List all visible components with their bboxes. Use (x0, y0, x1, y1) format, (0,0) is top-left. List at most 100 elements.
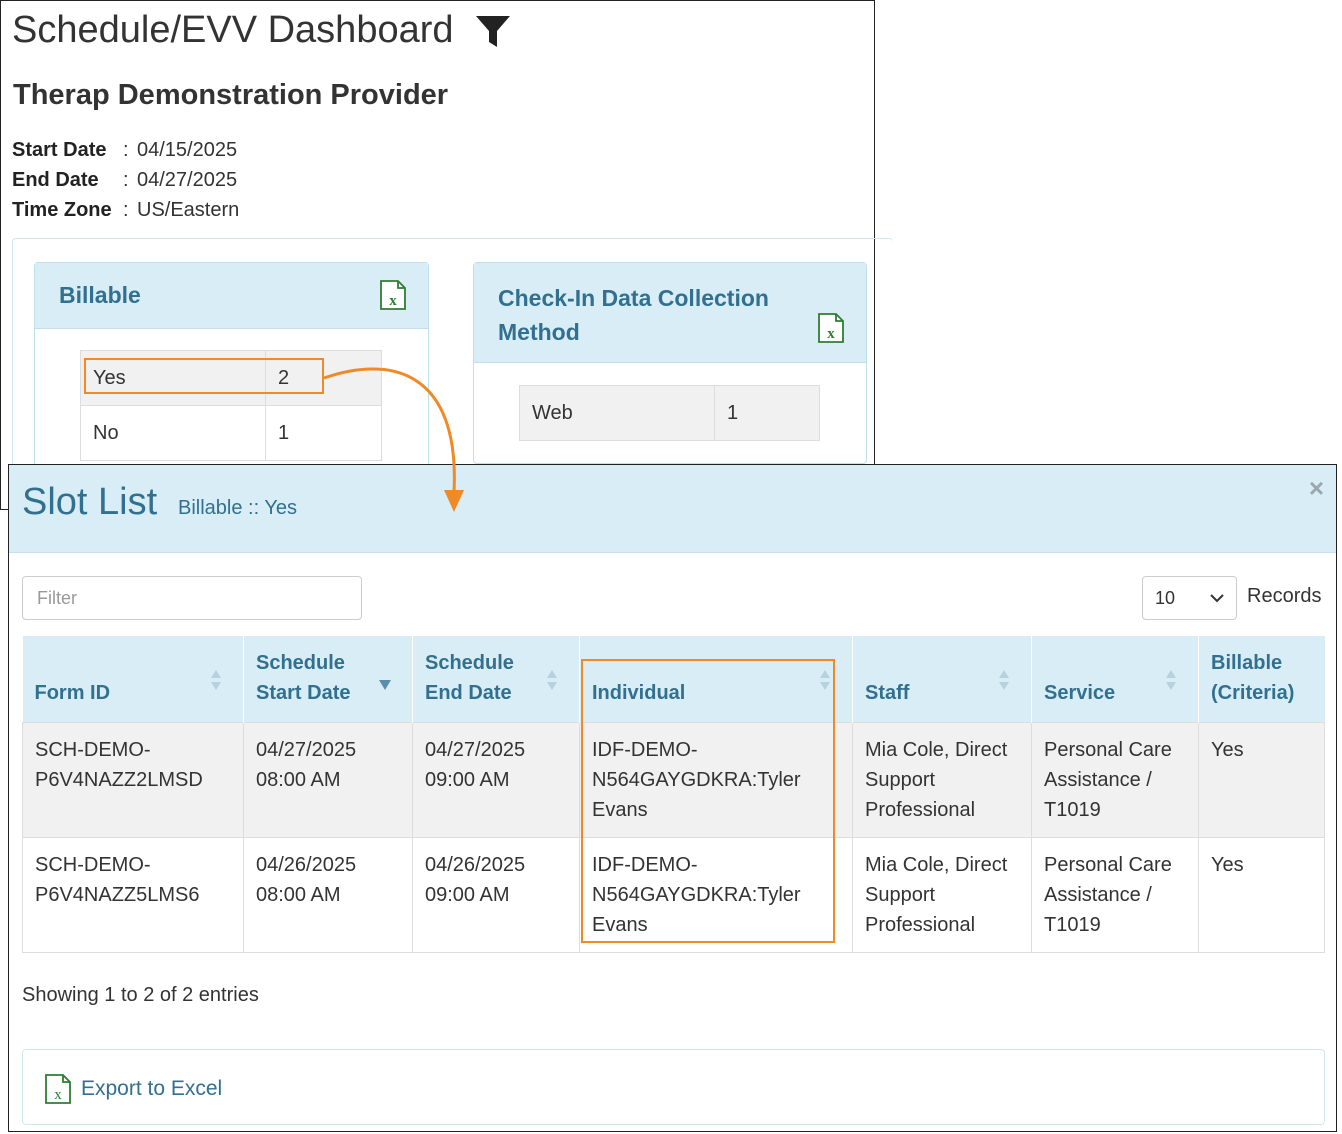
records-label: Records (1247, 585, 1322, 607)
modal-header: Slot List Billable :: Yes × (9, 465, 1336, 553)
column-header-line2: Staff (865, 681, 910, 704)
close-button[interactable]: × (1309, 473, 1324, 504)
column-header-staff[interactable]: Staff (852, 636, 1032, 722)
excel-icon[interactable]: x (380, 280, 406, 310)
staff-cell: Mia Cole, Direct Support Professional (852, 721, 1032, 838)
cell-line: 08:00 AM (256, 768, 341, 791)
svg-text:x: x (827, 326, 835, 342)
column-header-billable-criteria[interactable]: Billable (Criteria) (1198, 636, 1325, 722)
cell-line: T1019 (1044, 798, 1101, 821)
provider-name: Therap Demonstration Provider (13, 79, 449, 111)
table-row[interactable]: Web 1 (519, 385, 820, 441)
cell-line: 04/26/2025 (425, 853, 526, 876)
time-zone-label: Time Zone (12, 199, 112, 221)
page-size-value: 10 (1155, 587, 1176, 608)
cell-line: 09:00 AM (425, 768, 510, 791)
sort-icon[interactable] (545, 668, 559, 692)
service-cell: Personal Care Assistance / T1019 (1031, 836, 1199, 953)
checkin-method-table: Web 1 (519, 385, 820, 441)
filter-input[interactable] (22, 576, 362, 620)
cell-line: Assistance / (1044, 883, 1152, 906)
billable-cell: Yes (1198, 721, 1325, 838)
start-date-cell: 04/27/2025 08:00 AM (243, 721, 413, 838)
sort-descending-icon[interactable] (378, 668, 392, 692)
cell-line: Professional (865, 798, 976, 821)
highlight-box (84, 358, 324, 394)
cell-line: Support (865, 883, 936, 906)
sort-icon[interactable] (997, 668, 1011, 692)
svg-text:x: x (54, 1087, 62, 1103)
column-header-line1: Billable (1211, 651, 1283, 674)
start-date-cell: 04/26/2025 08:00 AM (243, 836, 413, 953)
billable-cell: Yes (1198, 836, 1325, 953)
cell-line: Support (865, 768, 936, 791)
time-zone-value: US/Eastern (137, 199, 240, 221)
checkin-panel-title-line2: Method (498, 319, 580, 345)
cell-line: 04/26/2025 (256, 853, 357, 876)
cell-line: Professional (865, 913, 976, 936)
staff-cell: Mia Cole, Direct Support Professional (852, 836, 1032, 953)
start-date-row: Start Date : 04/15/2025 (12, 135, 239, 165)
cell-line: Mia Cole, Direct (865, 738, 1008, 761)
cell-line: Mia Cole, Direct (865, 853, 1008, 876)
form-id-cell[interactable]: SCH-DEMO- P6V4NAZZ5LMS6 (22, 836, 244, 953)
date-info: Start Date : 04/15/2025 End Date : 04/27… (12, 135, 239, 225)
column-header-form-id[interactable]: Form ID (22, 636, 244, 722)
chevron-down-icon (1210, 594, 1224, 603)
checkin-web-label[interactable]: Web (519, 385, 715, 441)
separator: : (123, 139, 129, 161)
modal-title: Slot List (22, 481, 158, 523)
checkin-web-count[interactable]: 1 (714, 385, 820, 441)
cell-line: SCH-DEMO- (35, 853, 151, 876)
svg-text:x: x (389, 293, 397, 309)
end-date-value: 04/27/2025 (137, 169, 238, 191)
service-cell: Personal Care Assistance / T1019 (1031, 721, 1199, 838)
cell-line: 04/27/2025 (425, 738, 526, 761)
checkin-panel-title-line1: Check-In Data Collection (498, 285, 769, 311)
cell-line: Personal Care (1044, 738, 1172, 761)
billable-no-count[interactable]: 1 (265, 405, 382, 461)
start-date-value: 04/15/2025 (137, 139, 238, 161)
end-date-cell: 04/26/2025 09:00 AM (412, 836, 580, 953)
entries-info: Showing 1 to 2 of 2 entries (22, 984, 259, 1006)
end-date-row: End Date : 04/27/2025 (12, 165, 239, 195)
column-header-service[interactable]: Service (1031, 636, 1199, 722)
excel-icon: x (45, 1074, 71, 1104)
sort-icon[interactable] (209, 668, 223, 692)
table-row[interactable]: No 1 (80, 405, 382, 461)
column-header-line2: (Criteria) (1211, 681, 1295, 704)
cell-line: Assistance / (1044, 768, 1152, 791)
checkin-method-panel-header: Check-In Data Collection Method x (474, 263, 866, 363)
cell-line: Personal Care (1044, 853, 1172, 876)
time-zone-row: Time Zone : US/Eastern (12, 195, 239, 225)
billable-panel-header: Billable x (35, 263, 428, 329)
page-title: Schedule/EVV Dashboard (12, 9, 454, 51)
cell-line: P6V4NAZZ2LMSD (35, 768, 203, 791)
separator: : (123, 199, 129, 221)
form-id-cell[interactable]: SCH-DEMO- P6V4NAZZ2LMSD (22, 721, 244, 838)
page-size-select[interactable]: 10 (1142, 576, 1237, 620)
start-date-label: Start Date (12, 139, 107, 161)
cell-line: P6V4NAZZ5LMS6 (35, 883, 200, 906)
cell-line: SCH-DEMO- (35, 738, 151, 761)
end-date-label: End Date (12, 169, 99, 191)
column-header-schedule-end-date[interactable]: Schedule End Date (412, 636, 580, 722)
cell-line: 08:00 AM (256, 883, 341, 906)
billable-no-label[interactable]: No (80, 405, 266, 461)
column-header-line2: Form ID (34, 681, 111, 704)
export-label: Export to Excel (81, 1077, 223, 1100)
separator: : (123, 169, 129, 191)
excel-icon[interactable]: x (818, 313, 844, 343)
sort-icon[interactable] (1164, 668, 1178, 692)
modal-subtitle: Billable :: Yes (178, 497, 297, 519)
column-header-schedule-start-date[interactable]: Schedule Start Date (243, 636, 413, 722)
highlight-box (581, 659, 835, 943)
billable-panel-title: Billable (59, 282, 141, 308)
export-footer: x Export to Excel (22, 1049, 1325, 1125)
export-to-excel-button[interactable]: x Export to Excel (45, 1074, 222, 1104)
cell-line: 04/27/2025 (256, 738, 357, 761)
cell-line: 09:00 AM (425, 883, 510, 906)
filter-icon[interactable] (475, 15, 511, 49)
end-date-cell: 04/27/2025 09:00 AM (412, 721, 580, 838)
cell-line: T1019 (1044, 913, 1101, 936)
